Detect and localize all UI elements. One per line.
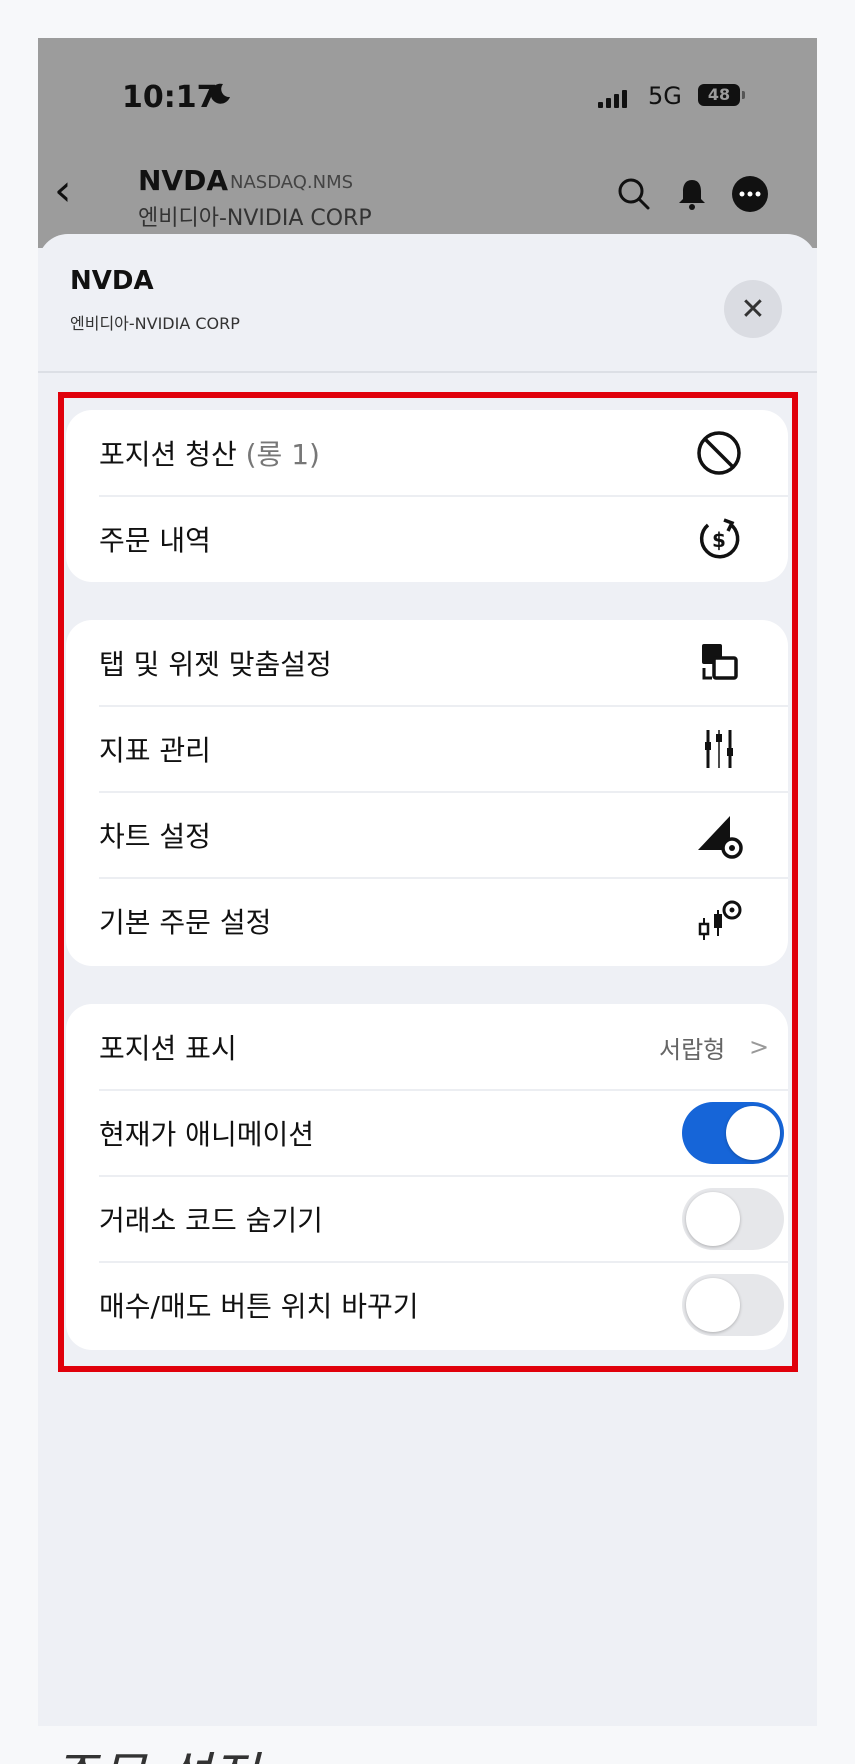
- sheet-divider: [38, 371, 817, 373]
- menu-item-default-order-settings[interactable]: 기본 주문 설정: [66, 878, 788, 964]
- sliders-icon: [705, 730, 733, 768]
- screen-caption: 주문 설정: [50, 1735, 258, 1764]
- hide-exchange-code-toggle[interactable]: [682, 1188, 784, 1250]
- bottom-sheet: NVDA 엔비디아-NVIDIA CORP ✕ 포지션 청산 (롱 1) 주문 …: [38, 234, 817, 1726]
- menu-item-label: 매수/매도 버튼 위치 바꾸기: [99, 1290, 419, 1323]
- menu-item-hide-exchange-code: 거래소 코드 숨기기: [66, 1176, 788, 1262]
- price-animation-toggle[interactable]: [682, 1102, 784, 1164]
- nav-exchange: NASDAQ.NMS: [230, 172, 354, 193]
- moon-icon: [210, 83, 230, 104]
- menu-item-indicator-manage[interactable]: 지표 관리: [66, 706, 788, 792]
- phone-screen: 10:17 5G 48 ‹ NVDA NASDAQ.NMS 엔비디아-NVIDI…: [38, 38, 817, 1726]
- menu-item-label: 포지션 청산 (롱 1): [99, 438, 320, 471]
- dollar-history-icon: $: [699, 518, 740, 559]
- swap-buy-sell-toggle[interactable]: [682, 1274, 784, 1336]
- widget-swap-icon: [702, 644, 738, 680]
- menu-item-label: 현재가 애니메이션: [99, 1118, 314, 1151]
- menu-item-position-display[interactable]: 포지션 표시 서랍형 >: [66, 1004, 788, 1090]
- menu-item-label: 거래소 코드 숨기기: [99, 1204, 323, 1237]
- top-nav: ‹ NVDA NASDAQ.NMS 엔비디아-NVIDIA CORP: [38, 148, 817, 248]
- candles-gear-icon: [698, 900, 742, 940]
- toggle-knob: [726, 1106, 780, 1160]
- menu-group-2: 탭 및 위젯 맞춤설정 지표 관리 차트 설정 기본 주문 설정: [66, 620, 788, 966]
- menu-group-1: 포지션 청산 (롱 1) 주문 내역 $: [66, 410, 788, 582]
- sheet-subtitle: 엔비디아-NVIDIA CORP: [70, 314, 240, 333]
- prohibit-icon: [697, 431, 741, 475]
- nav-ticker: NVDA: [138, 164, 229, 197]
- menu-item-label: 차트 설정: [99, 820, 211, 853]
- menu-item-label: 탭 및 위젯 맞춤설정: [99, 648, 332, 681]
- page: 10:17 5G 48 ‹ NVDA NASDAQ.NMS 엔비디아-NVIDI…: [0, 0, 855, 1764]
- back-chevron-icon[interactable]: ‹: [54, 166, 94, 216]
- battery-tip: [742, 91, 745, 99]
- bell-icon[interactable]: [672, 174, 712, 214]
- more-icon[interactable]: [730, 174, 770, 214]
- close-icon: ✕: [740, 291, 766, 327]
- menu-item-label: 포지션 표시: [99, 1032, 237, 1065]
- position-display-value: 서랍형: [659, 1035, 726, 1064]
- menu-item-order-history[interactable]: 주문 내역 $: [66, 496, 788, 582]
- status-time: 10:17: [122, 80, 218, 115]
- status-bar: 10:17 5G 48: [38, 38, 817, 158]
- toggle-knob: [686, 1278, 740, 1332]
- menu-item-close-position[interactable]: 포지션 청산 (롱 1): [66, 410, 788, 496]
- network-type: 5G: [648, 82, 682, 110]
- menu-group-3: 포지션 표시 서랍형 > 현재가 애니메이션 거래소 코드 숨기기 매수/매도 …: [66, 1004, 788, 1350]
- menu-item-chart-settings[interactable]: 차트 설정: [66, 792, 788, 878]
- signal-icon: [598, 88, 627, 108]
- menu-item-label: 주문 내역: [99, 524, 211, 557]
- nav-company: 엔비디아-NVIDIA CORP: [138, 206, 372, 231]
- menu-item-label: 지표 관리: [99, 734, 211, 767]
- menu-item-tab-widget-custom[interactable]: 탭 및 위젯 맞춤설정: [66, 620, 788, 706]
- chart-gear-icon: [698, 816, 743, 859]
- battery-icon: 48: [698, 84, 740, 106]
- menu-item-swap-buy-sell: 매수/매도 버튼 위치 바꾸기: [66, 1262, 788, 1348]
- toggle-knob: [686, 1192, 740, 1246]
- menu-item-label: 기본 주문 설정: [99, 906, 272, 939]
- svg-text:$: $: [712, 528, 726, 552]
- menu-item-price-animation: 현재가 애니메이션: [66, 1090, 788, 1176]
- close-button[interactable]: ✕: [724, 280, 782, 338]
- sheet-title: NVDA: [70, 266, 154, 296]
- chevron-right-icon: >: [749, 1033, 770, 1061]
- search-icon[interactable]: [614, 174, 654, 214]
